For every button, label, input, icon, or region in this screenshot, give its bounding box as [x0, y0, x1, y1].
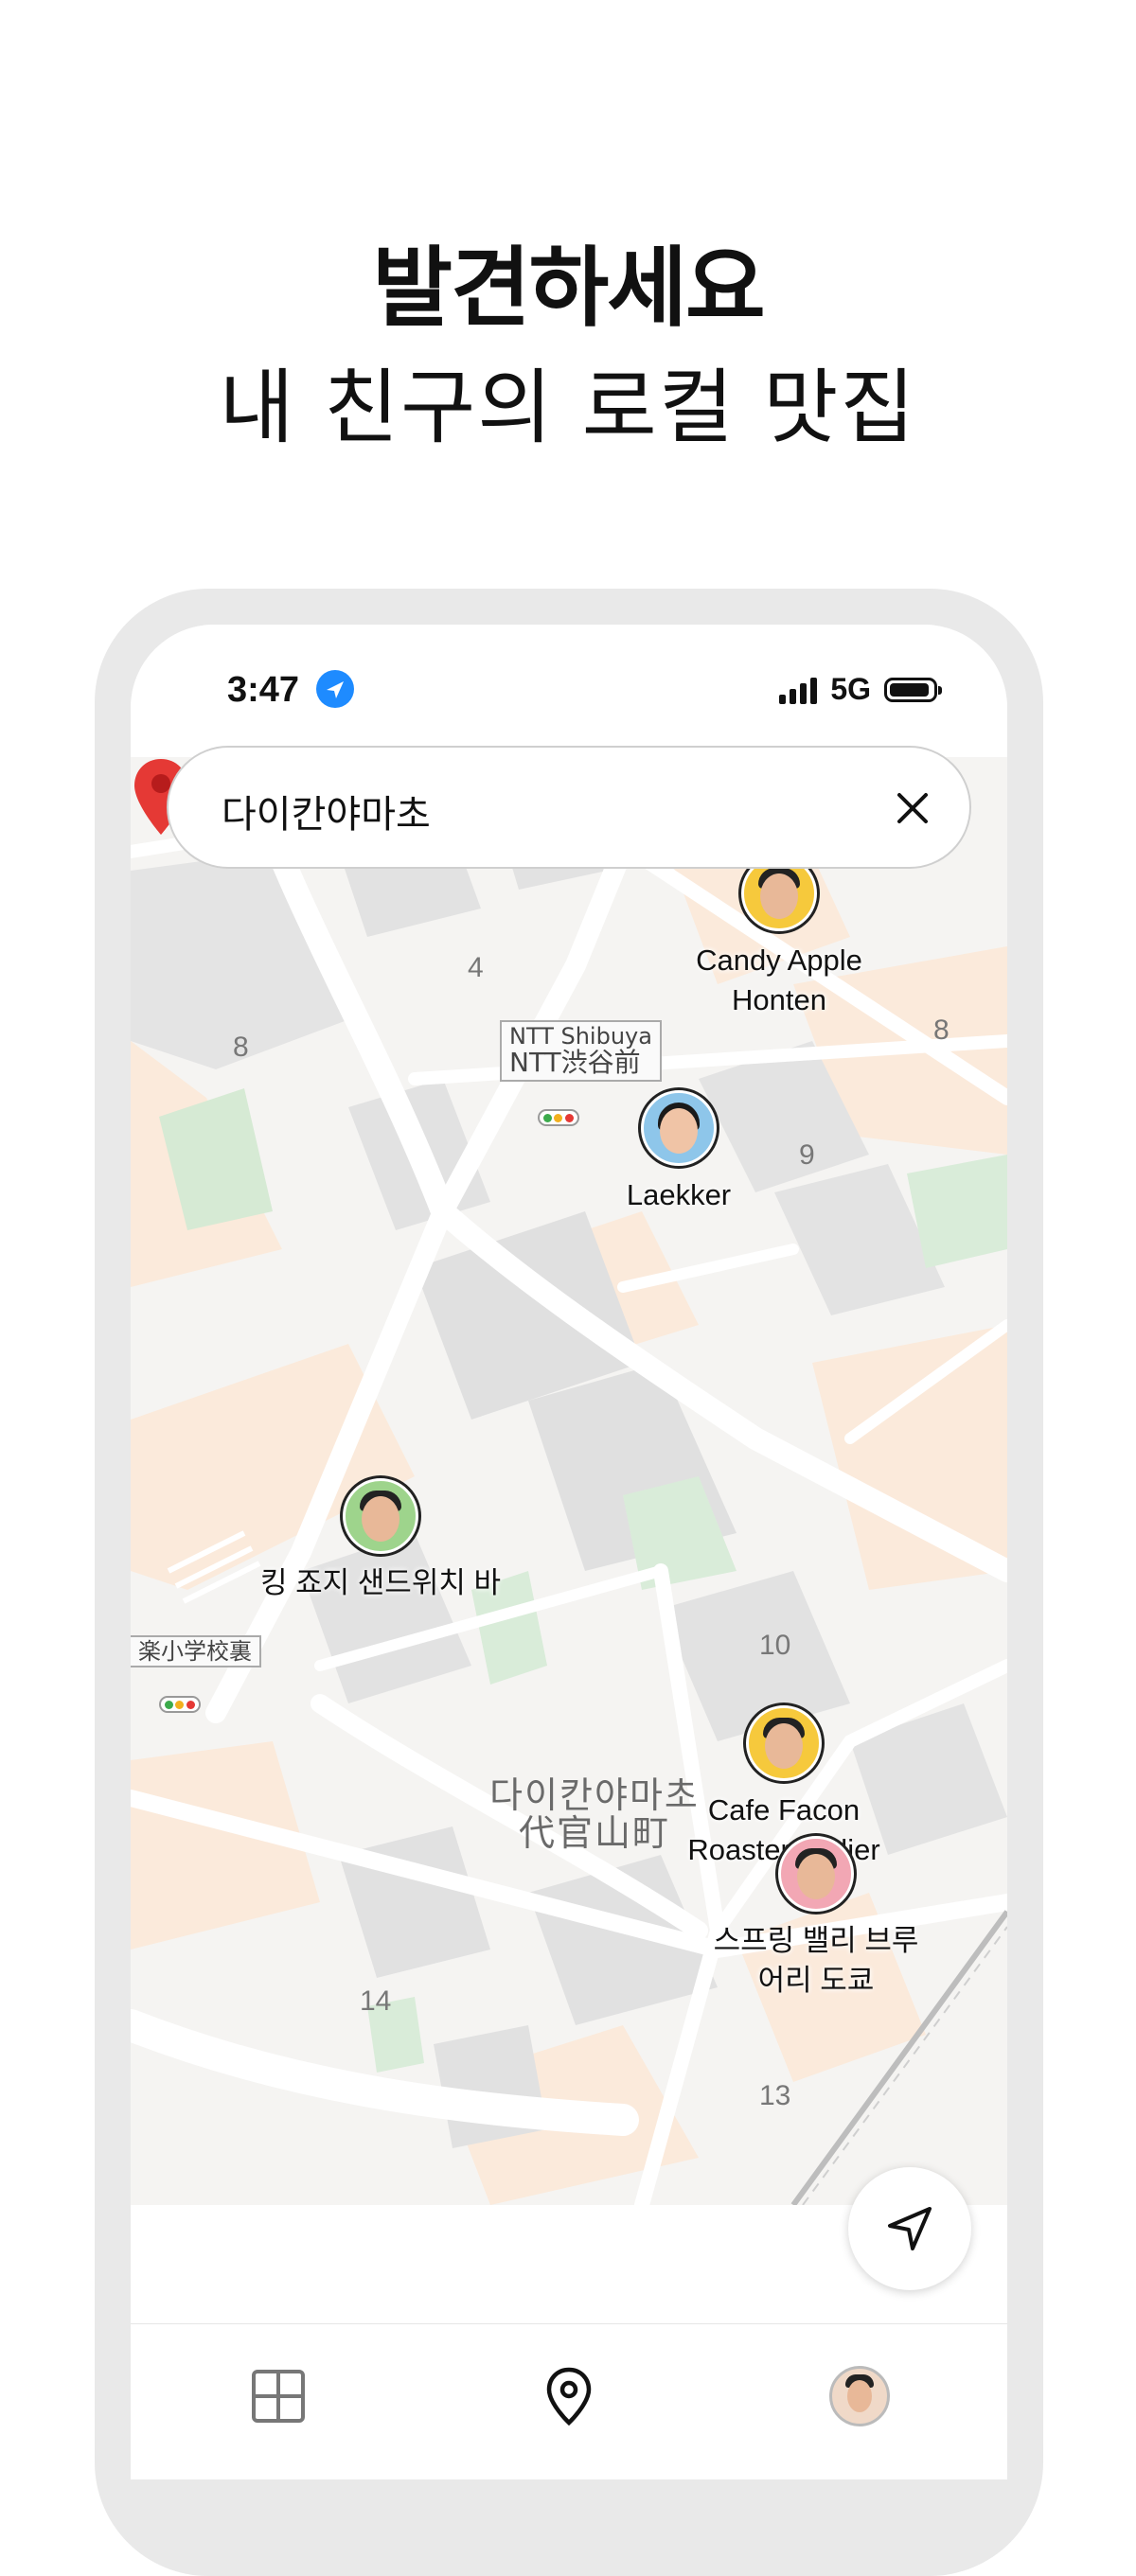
battery-icon [884, 677, 942, 702]
traffic-light-icon [159, 1696, 201, 1713]
network-type: 5G [830, 672, 871, 706]
place-name: 킹 죠지 샌드위치 바 [260, 1566, 501, 1599]
place-marker[interactable]: 킹 죠지 샌드위치 바 [257, 1478, 504, 1603]
location-services-icon [316, 670, 354, 708]
friend-avatar [343, 1478, 418, 1554]
place-marker[interactable]: Candy Apple Honten [680, 856, 879, 1020]
phone-screen: 3:47 5G 4 8 8 9 10 14 13 NTT Shibuya NTT… [131, 625, 1007, 2479]
bus-stop-sign: NTT Shibuya NTT渋谷前 [500, 1020, 662, 1083]
bus-stop-name-en: NTT Shibuya [509, 1023, 652, 1050]
traffic-light-icon [538, 1109, 579, 1126]
navigation-arrow-icon [888, 2207, 932, 2250]
hero-title: 발견하세요 [372, 238, 765, 339]
location-pin-icon[interactable] [539, 2366, 599, 2426]
profile-avatar[interactable] [829, 2366, 890, 2426]
map-view[interactable]: 3 4 8 8 9 10 14 13 NTT Shibuya NTT渋谷前 楽小… [131, 757, 1007, 2205]
search-input[interactable]: 다이칸야마초 [222, 784, 431, 838]
block-number: 10 [759, 1630, 791, 1661]
search-bar[interactable]: 다이칸야마초 [167, 746, 971, 869]
grid-icon[interactable] [248, 2366, 309, 2426]
status-time: 3:47 [227, 670, 300, 710]
place-marker[interactable]: Laekker [579, 1090, 778, 1215]
place-name: 스프링 밸리 브루어리 도쿄 [713, 1924, 919, 1997]
block-number: 8 [933, 1015, 950, 1046]
block-number: 9 [799, 1139, 815, 1171]
block-number: 8 [233, 1032, 249, 1063]
tab-bar [131, 2323, 1007, 2479]
school-sign: 楽小学校裏 [131, 1635, 261, 1668]
status-bar: 3:47 5G [131, 625, 1007, 757]
block-number: 4 [468, 952, 484, 983]
friend-avatar [778, 1836, 854, 1912]
block-number: 14 [360, 1985, 392, 2017]
hero-subtitle: 내 친구의 로컬 맛집 [219, 361, 917, 455]
place-name: Laekker [626, 1178, 732, 1211]
friend-avatar [641, 1090, 717, 1166]
cellular-signal-icon [779, 676, 818, 704]
bus-stop-name-jp: NTT渋谷前 [509, 1047, 641, 1079]
status-indicators: 5G [779, 672, 942, 707]
place-name: Candy Apple Honten [696, 944, 862, 1016]
close-icon[interactable] [888, 784, 937, 833]
my-location-button[interactable] [848, 2167, 971, 2290]
friend-avatar [746, 1705, 822, 1781]
block-number: 13 [759, 2080, 791, 2111]
place-marker[interactable]: 스프링 밸리 브루어리 도쿄 [712, 1836, 920, 2001]
